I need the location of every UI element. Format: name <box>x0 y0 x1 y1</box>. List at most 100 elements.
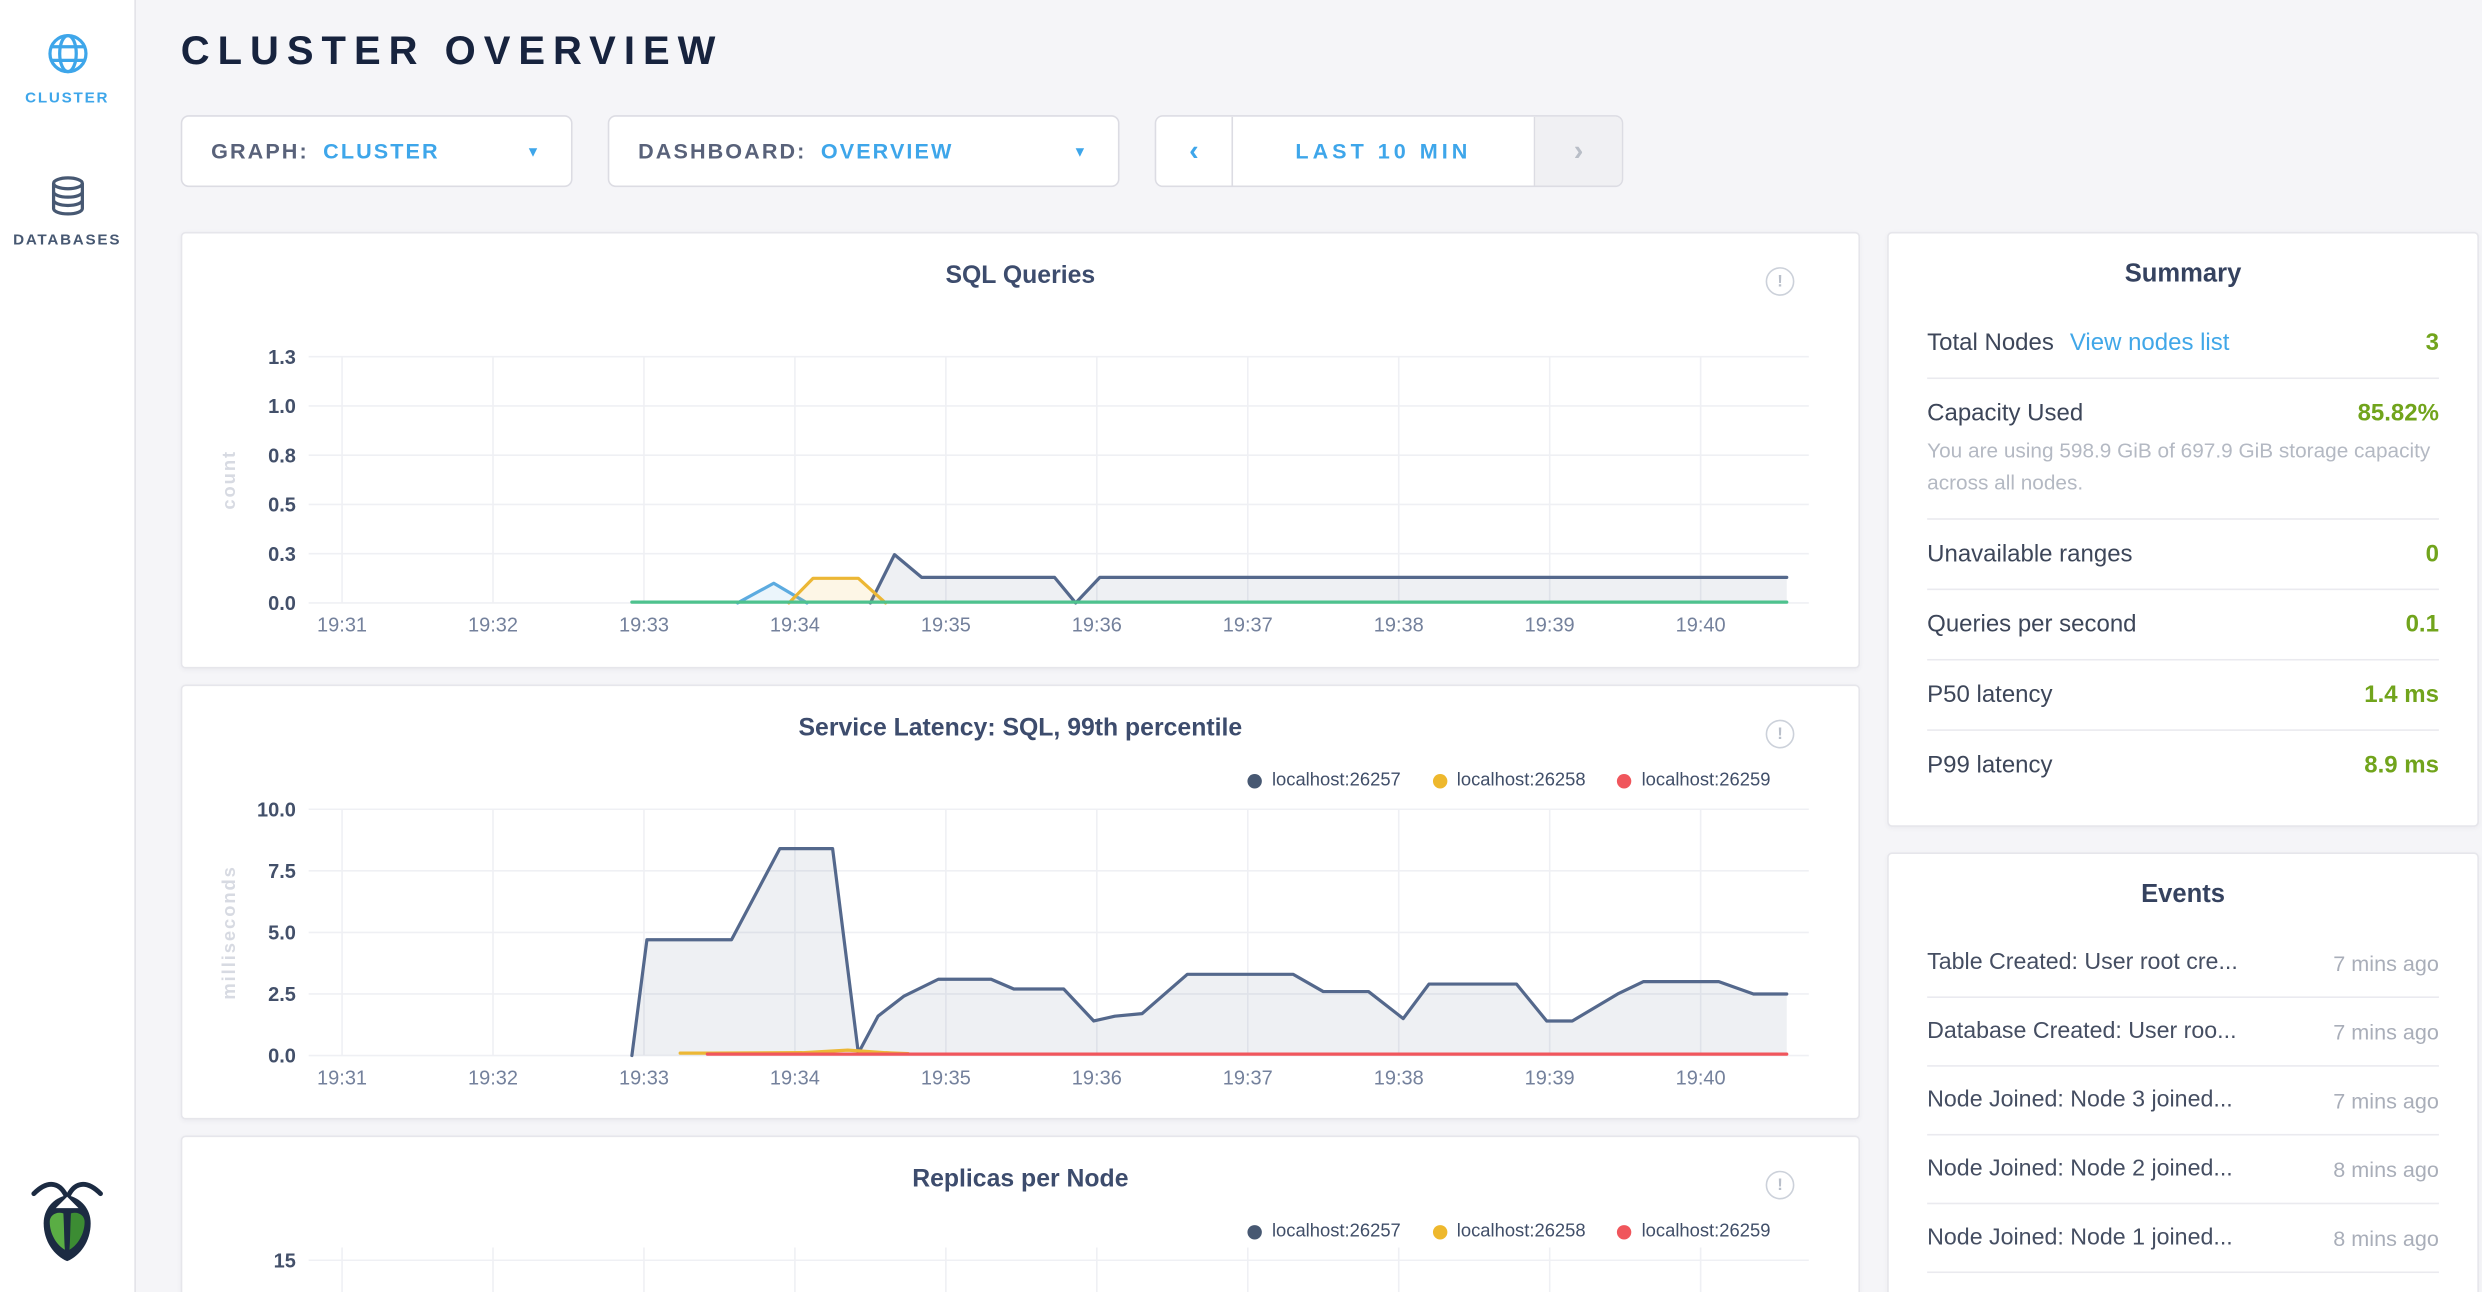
database-icon <box>46 174 89 217</box>
time-prev-button[interactable]: ‹ <box>1156 117 1231 186</box>
dashboard-dropdown[interactable]: DASHBOARD: OVERVIEW ▼ <box>608 115 1120 187</box>
chevron-down-icon: ▼ <box>503 143 542 159</box>
summary-row-total-nodes: Total Nodes View nodes list 3 <box>1927 309 2439 379</box>
info-icon[interactable]: ! <box>1766 720 1795 749</box>
time-range-selector: ‹ LAST 10 MIN › <box>1155 115 1624 187</box>
summary-row-p99: P99 latency 8.9 ms <box>1927 731 2439 800</box>
chart-title: SQL Queries <box>182 262 1858 291</box>
chart-title: Service Latency: SQL, 99th percentile <box>182 715 1858 744</box>
summary-label: P99 latency <box>1927 752 2052 779</box>
app-root: CLUSTER DATABASES CLUSTER OVERVIEW <box>0 0 2482 1292</box>
summary-label: Queries per second <box>1927 611 2136 638</box>
chart-panel-sql-queries: SQL Queries ! count 0.00.30.50.81.01.319… <box>181 232 1860 669</box>
dashboard-dropdown-value: OVERVIEW <box>821 139 954 163</box>
svg-text:5.0: 5.0 <box>268 923 296 945</box>
svg-text:7.5: 7.5 <box>268 861 296 883</box>
toolbar: GRAPH: CLUSTER ▼ DASHBOARD: OVERVIEW ▼ ‹… <box>181 115 1624 187</box>
svg-text:15: 15 <box>274 1250 296 1272</box>
summary-value: 0.1 <box>2406 611 2439 638</box>
sidebar-item-databases[interactable]: DATABASES <box>0 107 134 249</box>
svg-text:19:33: 19:33 <box>619 615 669 637</box>
summary-value: 3 <box>2426 329 2439 356</box>
event-row: Table Created: User root cre... 7 mins a… <box>1927 929 2439 998</box>
main-content: CLUSTER OVERVIEW GRAPH: CLUSTER ▼ DASHBO… <box>136 0 2482 1292</box>
summary-row-unavailable-ranges: Unavailable ranges 0 <box>1927 520 2439 590</box>
sidebar: CLUSTER DATABASES <box>0 0 136 1292</box>
event-text: Table Created: User root cre... <box>1927 950 2238 976</box>
event-text: Node Joined: Node 3 joined... <box>1927 1088 2233 1114</box>
svg-text:19:31: 19:31 <box>317 1067 367 1089</box>
svg-text:0.0: 0.0 <box>268 593 296 615</box>
svg-text:19:33: 19:33 <box>619 1067 669 1089</box>
svg-text:19:39: 19:39 <box>1525 1067 1575 1089</box>
events-panel: Events Table Created: User root cre... 7… <box>1887 852 2479 1292</box>
event-time: 7 mins ago <box>2333 1020 2439 1044</box>
svg-text:19:32: 19:32 <box>468 1067 518 1089</box>
summary-label: Unavailable ranges <box>1927 541 2132 568</box>
event-row: Node Joined: Node 1 joined... 8 mins ago <box>1927 1204 2439 1273</box>
svg-text:19:39: 19:39 <box>1525 615 1575 637</box>
summary-value: 1.4 ms <box>2364 681 2439 708</box>
svg-text:0.3: 0.3 <box>268 544 296 566</box>
summary-label: Total Nodes <box>1927 329 2054 356</box>
svg-text:19:32: 19:32 <box>468 615 518 637</box>
replicas-per-node-chart: 151310853019:3119:3219:3319:3419:3519:36… <box>197 1214 1847 1292</box>
graph-dropdown-value: CLUSTER <box>323 139 440 163</box>
event-row: Node Joined: Node 2 joined... 8 mins ago <box>1927 1136 2439 1205</box>
svg-text:19:36: 19:36 <box>1072 1067 1122 1089</box>
svg-text:0.8: 0.8 <box>268 445 296 467</box>
summary-panel: Summary Total Nodes View nodes list 3 Ca… <box>1887 232 2479 827</box>
graph-dropdown[interactable]: GRAPH: CLUSTER ▼ <box>181 115 573 187</box>
svg-text:1.3: 1.3 <box>268 347 296 369</box>
time-next-button[interactable]: › <box>1535 117 1621 186</box>
graph-dropdown-label: GRAPH: <box>211 139 309 163</box>
svg-text:19:40: 19:40 <box>1676 1067 1726 1089</box>
svg-text:0.0: 0.0 <box>268 1046 296 1068</box>
svg-text:19:38: 19:38 <box>1374 615 1424 637</box>
events-title: Events <box>1889 854 2478 929</box>
summary-value: 0 <box>2426 541 2439 568</box>
page-title: CLUSTER OVERVIEW <box>181 29 724 75</box>
summary-label: P50 latency <box>1927 681 2052 708</box>
svg-text:19:35: 19:35 <box>921 1067 971 1089</box>
event-row: Database Created: User roo... 7 mins ago <box>1927 998 2439 1067</box>
summary-label: Capacity Used <box>1927 400 2083 427</box>
sidebar-item-label: CLUSTER <box>25 90 109 108</box>
svg-text:2.5: 2.5 <box>268 984 296 1006</box>
chart-title: Replicas per Node <box>182 1166 1858 1195</box>
cockroach-bug-icon <box>30 1175 104 1263</box>
summary-row-p50: P50 latency 1.4 ms <box>1927 661 2439 731</box>
summary-row-qps: Queries per second 0.1 <box>1927 590 2439 660</box>
chart-panel-replicas-per-node: Replicas per Node ! localhost:26257local… <box>181 1136 1860 1292</box>
service-latency-chart: 0.02.55.07.510.019:3119:3219:3319:3419:3… <box>197 763 1847 1108</box>
capacity-note: You are using 598.9 GiB of 697.9 GiB sto… <box>1927 435 2439 497</box>
time-range-button[interactable]: LAST 10 MIN <box>1231 117 1535 186</box>
svg-text:19:35: 19:35 <box>921 615 971 637</box>
svg-text:19:34: 19:34 <box>770 615 820 637</box>
event-time: 7 mins ago <box>2333 951 2439 975</box>
svg-text:0.5: 0.5 <box>268 495 296 517</box>
view-nodes-list-link[interactable]: View nodes list <box>2070 329 2230 356</box>
info-icon[interactable]: ! <box>1766 1171 1795 1200</box>
info-icon[interactable]: ! <box>1766 267 1795 296</box>
event-row: Node Joined: Node 3 joined... 7 mins ago <box>1927 1067 2439 1136</box>
event-text: Node Joined: Node 1 joined... <box>1927 1225 2233 1251</box>
sidebar-item-label: DATABASES <box>13 232 121 250</box>
cockroachdb-logo <box>30 1175 104 1271</box>
sidebar-item-cluster[interactable]: CLUSTER <box>0 0 134 107</box>
svg-text:1.0: 1.0 <box>268 396 296 418</box>
svg-text:19:37: 19:37 <box>1223 615 1273 637</box>
event-time: 8 mins ago <box>2333 1226 2439 1250</box>
globe-icon <box>46 32 89 75</box>
summary-value: 85.82% <box>2358 400 2439 427</box>
sql-queries-chart: 0.00.30.50.81.01.319:3119:3219:3319:3419… <box>197 310 1847 655</box>
svg-text:19:38: 19:38 <box>1374 1067 1424 1089</box>
event-time: 8 mins ago <box>2333 1157 2439 1181</box>
svg-text:19:36: 19:36 <box>1072 615 1122 637</box>
svg-text:19:37: 19:37 <box>1223 1067 1273 1089</box>
svg-text:19:34: 19:34 <box>770 1067 820 1089</box>
summary-row-capacity: Capacity Used 85.82% You are using 598.9… <box>1927 379 2439 520</box>
chevron-down-icon: ▼ <box>1050 143 1089 159</box>
summary-value: 8.9 ms <box>2364 752 2439 779</box>
event-text: Database Created: User roo... <box>1927 1019 2236 1045</box>
